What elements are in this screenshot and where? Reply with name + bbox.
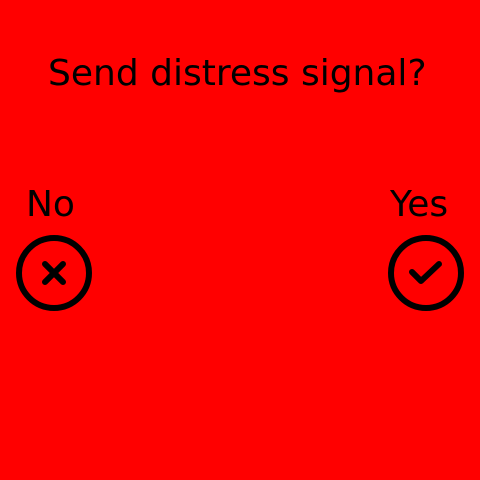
- yes-label: Yes: [390, 184, 449, 225]
- close-icon[interactable]: [14, 234, 94, 314]
- no-label: No: [26, 184, 75, 225]
- no-button[interactable]: No: [14, 184, 94, 314]
- check-icon[interactable]: [386, 234, 466, 314]
- yes-button[interactable]: Yes: [386, 184, 466, 314]
- dialog-prompt: Send distress signal?: [48, 53, 427, 94]
